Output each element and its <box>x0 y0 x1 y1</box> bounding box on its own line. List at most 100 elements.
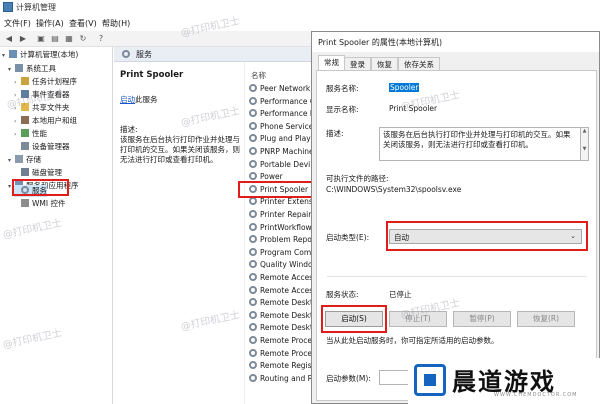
start-service-link[interactable]: 启动 <box>120 95 135 104</box>
gear-icon <box>249 222 257 231</box>
tools-icon <box>15 64 23 72</box>
chevron-right-icon[interactable]: › <box>14 77 21 89</box>
description-label: 描述: <box>120 125 138 134</box>
service-row[interactable]: Peer Network <box>249 82 318 95</box>
gear-icon <box>249 96 257 105</box>
gear-icon <box>249 260 257 269</box>
up-icon[interactable]: ▣ <box>36 34 46 44</box>
menu-action[interactable]: 操作(A) <box>36 18 64 29</box>
service-row-label: Phone Service <box>260 121 314 131</box>
users-icon <box>21 116 29 124</box>
service-row[interactable]: Remote Deskt <box>249 309 318 322</box>
service-row[interactable]: PrintWorkflow <box>249 221 318 234</box>
exe-path-value: C:\WINDOWS\System32\spoolsv.exe <box>326 185 462 194</box>
resume-button[interactable]: 恢复(R) <box>517 311 575 327</box>
tab-logon[interactable]: 登录 <box>344 57 371 70</box>
tree-item-storage[interactable]: ▾ 存储 <box>8 154 41 166</box>
tab-general[interactable]: 常规 <box>318 55 345 70</box>
service-row[interactable]: PNRP Machine <box>249 145 318 158</box>
start-service-line: 启动此服务 <box>120 94 158 105</box>
service-row[interactable]: Routing and Re <box>249 372 318 385</box>
forward-icon[interactable]: ▶ <box>18 34 28 44</box>
tree-item-system-tools[interactable]: ▾ 系统工具 <box>8 63 56 75</box>
refresh-icon[interactable]: ↻ <box>78 34 88 44</box>
tree-item-performance[interactable]: › 性能 <box>14 128 47 140</box>
tree-item-task-scheduler[interactable]: › 任务计划程序 <box>14 76 77 88</box>
chevron-down-icon[interactable]: ▾ <box>8 64 15 76</box>
service-name-label: 服务名称: <box>326 84 359 93</box>
description-box[interactable]: 该服务在后台执行打印作业并处理与打印机的交互。如果关闭该服务，则无法进行打印或查… <box>379 127 581 161</box>
service-row-label: Remote Access <box>260 273 317 282</box>
computer-icon <box>9 50 17 58</box>
gear-icon <box>249 348 257 357</box>
dialog-tabs: 常规 登录 恢复 依存关系 <box>312 54 599 70</box>
service-row-label: Power <box>260 172 283 182</box>
chevron-right-icon[interactable]: › <box>14 116 21 128</box>
status-value: 已停止 <box>389 290 412 299</box>
menu-file[interactable]: 文件(F) <box>4 18 31 29</box>
gear-icon <box>249 197 257 206</box>
menu-view[interactable]: 查看(V) <box>69 18 97 29</box>
tree-item-computer[interactable]: ▾ 计算机管理(本地) <box>2 49 78 61</box>
column-header-name[interactable]: 名称 <box>251 70 266 81</box>
service-row[interactable]: Printer Repair <box>249 208 318 221</box>
show-tree-icon[interactable]: ▤ <box>50 34 60 44</box>
tab-recovery[interactable]: 恢复 <box>371 57 398 70</box>
tree-item-wmi[interactable]: WMI 控件 <box>14 198 65 210</box>
tree-item-device-manager[interactable]: 设备管理器 <box>14 141 70 153</box>
service-row[interactable]: Phone Service <box>249 120 318 133</box>
logo-url: WWW.CHEMDOCTOR.COM <box>494 392 578 398</box>
divider <box>327 276 587 277</box>
gear-icon <box>249 285 257 294</box>
window-titlebar: 计算机管理 <box>0 0 600 15</box>
chevron-right-icon[interactable]: › <box>14 129 21 141</box>
tree-item-local-users[interactable]: › 本地用户和组 <box>14 115 77 127</box>
description-scrollbar[interactable]: ▲ ▼ <box>580 127 589 161</box>
service-row[interactable]: Performance L <box>249 107 318 120</box>
service-row[interactable]: Remote Regis <box>249 359 318 372</box>
pause-button[interactable]: 暂停(P) <box>453 311 511 327</box>
service-row-label: Remote Regis <box>260 361 312 371</box>
service-row-label: Plug and Play <box>260 134 311 144</box>
service-row[interactable]: Remote Deskt <box>249 296 318 309</box>
properties-icon[interactable]: ▦ <box>64 34 74 44</box>
service-row[interactable]: Remote Deskt <box>249 321 318 334</box>
description-text: 该服务在后台执行打印作业并处理与打印机的交互。如果关闭该服务，则无法进行打印或查… <box>120 135 240 164</box>
gear-icon <box>249 298 257 307</box>
chevron-down-icon[interactable]: ▾ <box>2 50 9 62</box>
help-icon[interactable]: ? <box>96 34 106 44</box>
window-title: 计算机管理 <box>16 3 56 12</box>
tree-item-label: 本地用户和组 <box>32 116 77 125</box>
service-row-label: PrintWorkflow <box>260 222 312 232</box>
service-row[interactable]: Remote Access <box>249 284 318 297</box>
gear-icon <box>122 50 130 58</box>
service-row[interactable]: Remote Proce <box>249 334 318 347</box>
service-name-value[interactable]: Spooler <box>389 83 420 92</box>
service-row[interactable]: Portable Devi <box>249 158 318 171</box>
gear-icon <box>249 121 257 130</box>
service-row[interactable]: Remote Proce <box>249 347 318 360</box>
service-row-label: Remote Deskt <box>260 323 313 333</box>
gear-icon <box>249 134 257 143</box>
service-row[interactable]: Plug and Play <box>249 132 318 145</box>
tab-dependencies[interactable]: 依存关系 <box>398 57 440 70</box>
gear-icon <box>249 361 257 370</box>
service-row[interactable]: Quality Windo <box>249 258 318 271</box>
service-row-label: Remote Deskt <box>260 310 313 320</box>
service-row[interactable]: Program Comp <box>249 246 318 259</box>
gear-icon <box>249 172 257 181</box>
tree-item-label: WMI 控件 <box>32 199 66 208</box>
menu-help[interactable]: 帮助(H) <box>102 18 130 29</box>
chevron-down-icon[interactable]: ▾ <box>8 155 15 167</box>
services-header-title: 服务 <box>136 50 152 59</box>
service-row-label: Remote Proce <box>260 348 312 358</box>
service-row[interactable]: Performance C <box>249 95 318 108</box>
service-row[interactable]: Problem Repor <box>249 233 318 246</box>
gear-icon <box>249 109 257 118</box>
service-row[interactable]: Remote Access <box>249 271 318 284</box>
back-icon[interactable]: ◀ <box>4 34 14 44</box>
tree-item-disk-management[interactable]: 磁盘管理 <box>14 167 62 179</box>
service-row-label: Performance C <box>260 96 316 106</box>
highlight-services <box>12 179 69 196</box>
gear-icon <box>249 210 257 218</box>
